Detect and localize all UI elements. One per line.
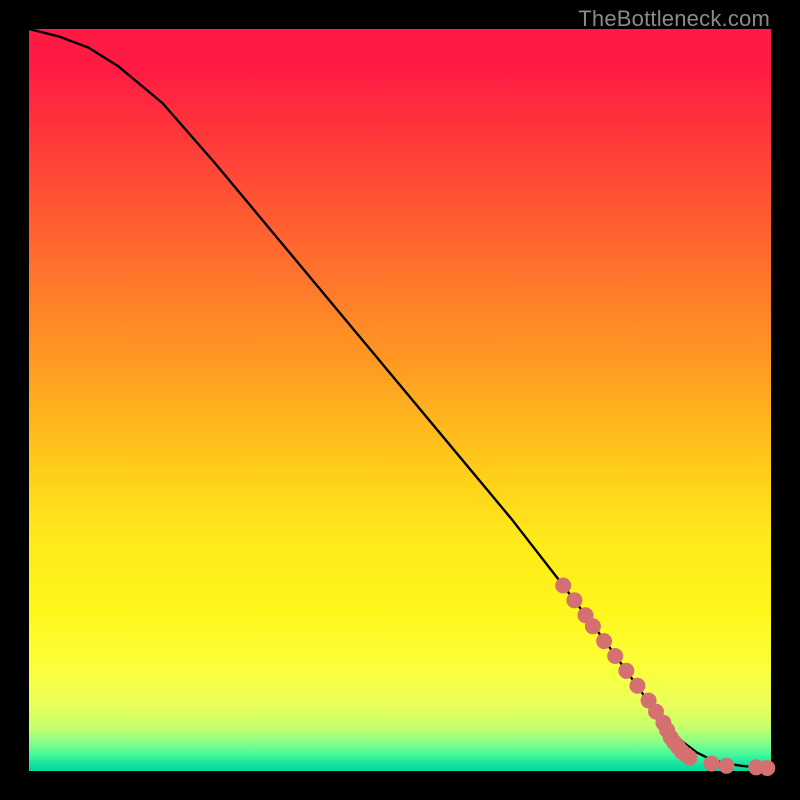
chart-frame: TheBottleneck.com xyxy=(0,0,800,800)
chart-svg xyxy=(29,29,771,771)
curve-line xyxy=(29,29,771,768)
marker-dot xyxy=(596,633,612,649)
marker-dot xyxy=(566,592,582,608)
marker-dot xyxy=(618,663,634,679)
plot-area xyxy=(29,29,771,771)
marker-dot xyxy=(719,758,735,774)
marker-dot xyxy=(629,678,645,694)
marker-dot xyxy=(607,648,623,664)
marker-dot xyxy=(704,756,720,772)
marker-group xyxy=(555,578,775,777)
marker-dot xyxy=(585,618,601,634)
marker-dot xyxy=(681,750,697,766)
marker-dot xyxy=(759,760,775,776)
marker-dot xyxy=(555,578,571,594)
